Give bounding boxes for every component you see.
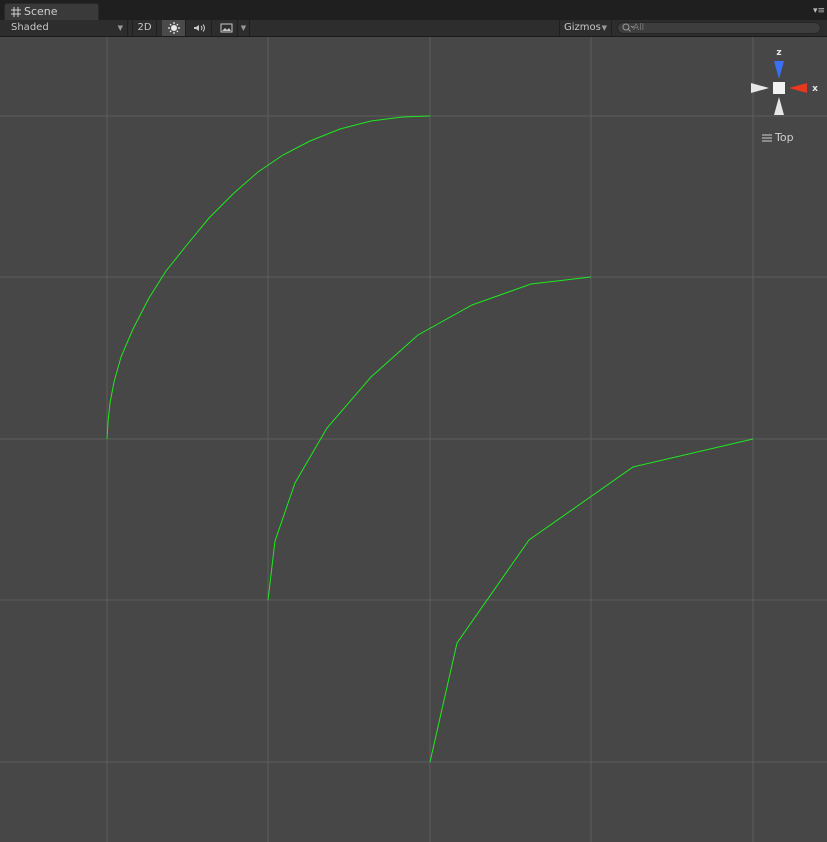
axis-x-label: x	[812, 84, 818, 94]
scene-tab-label: Scene	[24, 5, 58, 18]
effects-dropdown-chevron-icon[interactable]: ▼	[238, 20, 250, 36]
axis-z-label: z	[776, 48, 781, 58]
shading-mode-value: Shaded	[11, 22, 49, 33]
menu-icon	[762, 134, 772, 142]
tab-menu-icon[interactable]: ▾≡	[811, 6, 825, 16]
search-input[interactable]	[633, 22, 813, 33]
z-axis-cone[interactable]	[774, 61, 784, 79]
scene-viewport[interactable]	[0, 37, 827, 842]
lighting-toggle-button[interactable]	[162, 20, 186, 36]
search-box[interactable]	[617, 22, 821, 34]
x-axis-cone[interactable]	[789, 83, 807, 93]
image-icon	[220, 23, 233, 33]
shading-mode-dropdown[interactable]: Shaded ▼	[0, 20, 128, 36]
orientation-gizmo[interactable]: z x	[748, 44, 824, 120]
chevron-down-icon: ▼	[117, 24, 123, 32]
2d-toggle-button[interactable]: 2D	[132, 20, 157, 36]
tab-bar: Scene ▾≡	[0, 0, 827, 20]
effects-toggle-button[interactable]	[214, 20, 238, 36]
sun-icon	[168, 22, 180, 34]
audio-toggle-button[interactable]	[188, 20, 212, 36]
view-label-text: Top	[775, 131, 794, 144]
view-projection-label[interactable]: Top	[762, 131, 794, 144]
gizmos-label: Gizmos	[564, 22, 601, 33]
grid-icon	[11, 7, 21, 17]
scene-grid	[0, 37, 827, 842]
gizmos-dropdown[interactable]: Gizmos ▼	[559, 20, 612, 36]
scene-toolbar: Shaded ▼ 2D ▼ Gizmos ▼	[0, 20, 827, 37]
chevron-down-icon: ▼	[601, 24, 607, 32]
neg-z-axis-cone[interactable]	[774, 97, 784, 115]
scene-tab[interactable]: Scene	[4, 3, 99, 20]
speaker-icon	[194, 24, 205, 32]
neg-x-axis-cone[interactable]	[751, 83, 769, 93]
scene-canvas[interactable]	[0, 37, 827, 842]
gizmo-center-cube[interactable]	[773, 82, 785, 94]
